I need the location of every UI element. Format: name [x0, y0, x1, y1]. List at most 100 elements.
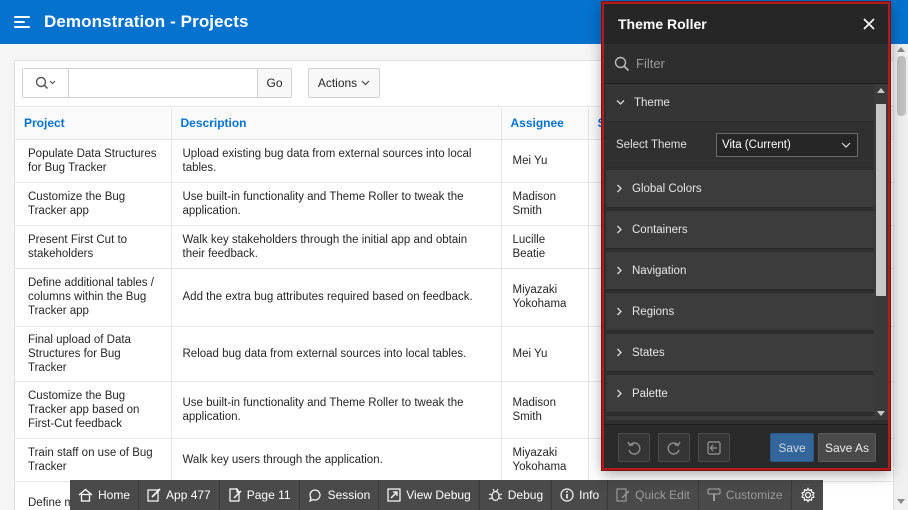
bug-icon: [488, 488, 502, 502]
search-column-button[interactable]: [23, 69, 69, 97]
view-debug-icon: [387, 488, 401, 502]
page-scrollbar[interactable]: [893, 44, 908, 510]
scroll-down-arrow[interactable]: [897, 499, 905, 504]
cell-description: Reload bug data from external sources in…: [171, 326, 502, 382]
search-icon: [614, 56, 630, 71]
theme-roller-scrollbar[interactable]: [874, 84, 888, 420]
theme-roller-footer: Save Save As: [604, 424, 888, 468]
gear-icon: [800, 487, 815, 503]
cell-assignee: Madison Smith: [501, 182, 589, 226]
redo-button[interactable]: [658, 433, 690, 462]
dev-view-debug-button[interactable]: View Debug: [379, 480, 480, 510]
cell-project: Customize the Bug Tracker app: [15, 182, 172, 226]
section-theme[interactable]: Theme: [606, 84, 874, 122]
search-input[interactable]: [69, 69, 257, 97]
dev-session-label: Session: [327, 488, 371, 502]
cell-assignee: Miyazaki Yokohama: [501, 268, 589, 327]
cell-assignee: Mei Yu: [501, 139, 589, 183]
column-header-description[interactable]: Description: [171, 108, 502, 140]
section-palette[interactable]: Palette: [606, 375, 874, 413]
section-label: Global Colors: [632, 182, 702, 195]
developer-toolbar: Home App 477 Page 11 Session View Debug …: [70, 480, 823, 510]
dev-debug-label: Debug: [507, 488, 544, 502]
cell-assignee: Lucille Beatie: [501, 225, 589, 269]
close-icon[interactable]: [863, 18, 875, 30]
chevron-right-icon: [617, 184, 622, 193]
cell-description: Walk key stakeholders through the initia…: [171, 225, 502, 269]
brush-icon: [707, 488, 721, 501]
redo-icon: [667, 441, 681, 455]
page-edit-icon: [229, 488, 242, 502]
info-icon: [560, 488, 574, 502]
cell-assignee: Miyazaki Yokohama: [501, 438, 589, 482]
cell-description: Use built-in functionality and Theme Rol…: [171, 381, 502, 439]
chevron-right-icon: [617, 348, 622, 357]
save-button[interactable]: Save: [770, 433, 814, 462]
section-label: Palette: [632, 387, 668, 400]
scroll-down-arrow[interactable]: [877, 411, 885, 416]
edit-icon: [147, 488, 161, 502]
chevron-right-icon: [617, 389, 622, 398]
cell-project: Final upload of Data Structures for Bug …: [15, 326, 172, 382]
theme-roller-sections: Theme Select Theme Vita (Current) Global…: [606, 84, 874, 420]
column-header-project[interactable]: Project: [15, 108, 172, 140]
scroll-up-arrow[interactable]: [897, 47, 905, 52]
scroll-thumb[interactable]: [876, 104, 886, 296]
quick-edit-icon: [616, 488, 630, 502]
dev-app-label: App 477: [166, 488, 211, 502]
cell-assignee: Madison Smith: [501, 381, 589, 439]
section-regions[interactable]: Regions: [606, 293, 874, 331]
chevron-right-icon: [617, 307, 622, 316]
theme-select-row: Select Theme Vita (Current): [606, 122, 874, 167]
cell-description: Walk key users through the application.: [171, 438, 502, 482]
undo-button[interactable]: [618, 433, 650, 462]
save-as-button[interactable]: Save As: [818, 433, 876, 462]
dev-home-button[interactable]: Home: [70, 480, 140, 510]
dev-app-button[interactable]: App 477: [139, 480, 220, 510]
section-label: Navigation: [632, 264, 687, 277]
actions-button[interactable]: Actions: [308, 68, 380, 98]
dev-debug-button[interactable]: Debug: [480, 480, 553, 510]
dev-info-label: Info: [579, 488, 600, 502]
dev-session-button[interactable]: Session: [300, 480, 380, 510]
section-global-colors[interactable]: Global Colors: [606, 170, 874, 208]
section-label: Containers: [632, 223, 688, 236]
dev-customize-button[interactable]: Customize: [699, 480, 792, 510]
go-button[interactable]: Go: [257, 69, 291, 97]
section-partial: [606, 416, 874, 420]
dev-quick-edit-button[interactable]: Quick Edit: [608, 480, 699, 510]
select-theme-dropdown[interactable]: Vita (Current): [716, 132, 858, 157]
dev-settings-button[interactable]: [792, 480, 824, 510]
chevron-right-icon: [617, 266, 622, 275]
actions-label: Actions: [317, 76, 358, 90]
filter-input[interactable]: [636, 56, 856, 71]
cell-description: Upload existing bug data from external s…: [171, 139, 502, 183]
cell-project: Customize the Bug Tracker app based on F…: [15, 381, 172, 439]
chevron-down-icon: [841, 142, 851, 148]
chevron-down-icon: [361, 80, 370, 86]
dev-page-label: Page 11: [246, 488, 291, 502]
theme-roller-filter: [604, 44, 888, 84]
theme-roller-dialog: Theme Roller Theme Select Theme Vita (Cu…: [602, 2, 890, 470]
dev-page-button[interactable]: Page 11: [220, 480, 300, 510]
reset-button[interactable]: [698, 433, 730, 462]
cell-description: Add the extra bug attributes required ba…: [171, 268, 502, 327]
dev-view-debug-label: View Debug: [406, 488, 471, 502]
dev-home-label: Home: [98, 488, 131, 502]
section-theme-label: Theme: [634, 96, 670, 109]
search-bar: Go: [22, 68, 292, 98]
undo-icon: [627, 441, 641, 455]
dev-customize-label: Customize: [725, 488, 783, 502]
menu-icon[interactable]: [14, 16, 30, 28]
section-navigation[interactable]: Navigation: [606, 252, 874, 290]
cell-project: Populate Data Structures for Bug Tracker: [15, 139, 172, 183]
theme-roller-header: Theme Roller: [604, 4, 888, 44]
column-header-assignee[interactable]: Assignee: [501, 108, 589, 140]
section-states[interactable]: States: [606, 334, 874, 372]
page-title: Demonstration - Projects: [44, 12, 249, 31]
scroll-thumb[interactable]: [897, 56, 906, 116]
dev-info-button[interactable]: Info: [552, 480, 609, 510]
chevron-right-icon: [617, 225, 622, 234]
section-containers[interactable]: Containers: [606, 211, 874, 249]
scroll-up-arrow[interactable]: [877, 88, 885, 93]
